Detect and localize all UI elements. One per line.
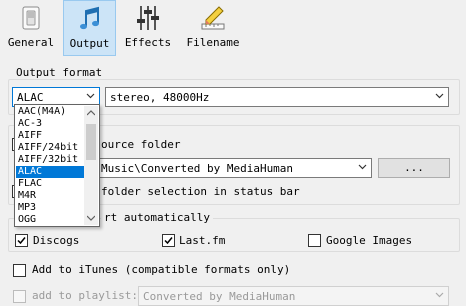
pencil-ruler-icon [201, 6, 225, 30]
tab-output-label: Output [69, 37, 110, 50]
check-icon [17, 237, 26, 245]
chevron-down-icon [86, 93, 95, 99]
playlist-select[interactable]: Converted by MediaHuman [138, 286, 449, 306]
scroll-up-arrow-icon[interactable] [87, 110, 95, 116]
format-dropdown-list: AAC(M4A) AC-3 AIFF AIFF/24bit AIFF/32bit… [14, 104, 100, 227]
tab-effects[interactable]: Effects [121, 0, 175, 56]
format-option[interactable]: FLAC [16, 178, 87, 190]
format-select-value: ALAC [17, 91, 44, 104]
format-option-selected[interactable]: ALAC [16, 166, 87, 178]
format-option[interactable]: AIFF [16, 130, 87, 142]
format-option[interactable]: M4R [16, 190, 87, 202]
music-note-icon [79, 6, 99, 30]
lastfm-checkbox[interactable] [162, 234, 175, 247]
dropdown-scrollbar[interactable] [84, 106, 98, 225]
add-to-itunes-label: Add to iTunes (compatible formats only) [32, 263, 291, 276]
google-images-checkbox[interactable] [308, 234, 321, 247]
output-format-label: Output format [13, 66, 106, 79]
tab-filename[interactable]: Filename [183, 0, 243, 56]
settings-toolbar: General Output Effects Filename [0, 0, 466, 58]
add-to-playlist-checkbox[interactable] [13, 290, 26, 303]
tab-effects-label: Effects [124, 36, 172, 49]
equalizer-sliders-icon [137, 6, 159, 30]
format-option[interactable]: AIFF/24bit [16, 142, 87, 154]
format-option[interactable]: MP3 [16, 202, 87, 214]
quality-select[interactable]: stereo, 48000Hz [105, 87, 449, 107]
tab-general-label: General [7, 36, 55, 49]
chevron-down-icon [435, 292, 444, 298]
discogs-label: Discogs [33, 234, 80, 247]
quality-select-value: stereo, 48000Hz [110, 91, 210, 104]
switch-icon [22, 6, 40, 30]
source-folder-label: ource folder [101, 138, 181, 151]
scrollbar-thumb[interactable] [86, 124, 96, 160]
format-option[interactable]: OGG [16, 214, 87, 226]
browse-folder-button[interactable]: ... [378, 158, 450, 178]
start-group-label: rt automatically [101, 211, 213, 224]
output-path-select[interactable]: Music\Converted by MediaHuman [60, 158, 372, 178]
chevron-down-icon [435, 93, 444, 99]
add-to-playlist-label: add to playlist: [32, 289, 138, 302]
playlist-select-value: Converted by MediaHuman [143, 290, 296, 303]
chevron-down-icon [358, 164, 367, 170]
format-option[interactable]: AAC(M4A) [16, 106, 87, 118]
tab-general[interactable]: General [5, 0, 57, 56]
output-path-value: Music\Converted by MediaHuman [101, 162, 294, 175]
format-option[interactable]: AIFF/32bit [16, 154, 87, 166]
google-images-label: Google Images [326, 234, 413, 247]
scroll-down-arrow-icon[interactable] [87, 215, 95, 221]
add-to-itunes-checkbox[interactable] [13, 264, 26, 277]
lastfm-label: Last.fm [179, 234, 226, 247]
tab-filename-label: Filename [186, 36, 240, 49]
status-bar-label: folder selection in status bar [101, 185, 300, 198]
format-option[interactable]: AC-3 [16, 118, 87, 130]
tab-output[interactable]: Output [63, 0, 116, 56]
discogs-checkbox[interactable] [15, 234, 28, 247]
check-icon [164, 237, 173, 245]
